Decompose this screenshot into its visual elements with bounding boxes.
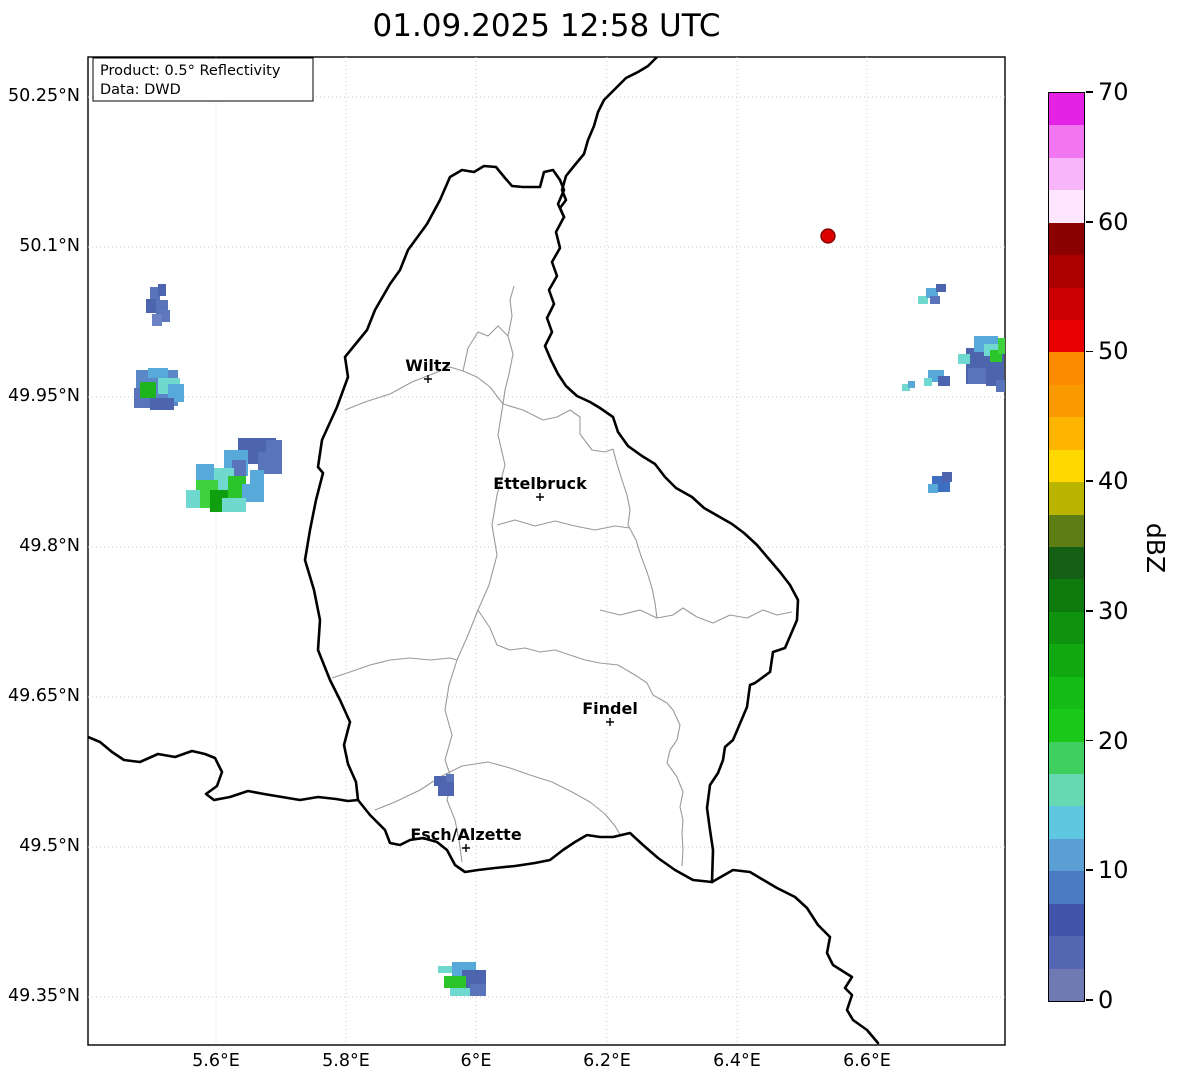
colorbar-tick (1086, 480, 1093, 482)
radar-echo-cell (968, 368, 988, 384)
lat-tick-label: 49.35°N (8, 986, 80, 1006)
city-label: Esch/Alzette (410, 825, 522, 844)
lat-tick-label: 50.1°N (19, 236, 80, 256)
radar-echo-cell (446, 774, 454, 782)
colorbar-segment (1049, 546, 1084, 580)
lon-tick-label: 6.2°E (583, 1051, 631, 1071)
city-label: Ettelbruck (493, 474, 587, 493)
colorbar-tick (1086, 350, 1093, 353)
lat-tick-label: 50.25°N (8, 86, 80, 106)
radar-echo-cell (938, 376, 950, 386)
colorbar-tick (1086, 999, 1093, 1001)
colorbar-segment (1049, 384, 1084, 418)
radar-echo-cell (928, 484, 938, 493)
colorbar-segment (1049, 740, 1084, 774)
colorbar-tick (1086, 91, 1093, 93)
radar-echo-cell (186, 490, 200, 508)
colorbar-tick (1086, 610, 1093, 612)
radar-echo-cell (140, 382, 156, 398)
colorbar (1048, 92, 1085, 1002)
radar-echo-cell (996, 380, 1005, 392)
colorbar-segment (1049, 319, 1084, 353)
colorbar-segment (1049, 351, 1084, 385)
colorbar-tick (1086, 739, 1093, 742)
radar-echo-cell (908, 381, 915, 388)
radar-echo-cell (924, 378, 932, 386)
colorbar-segment (1049, 93, 1084, 126)
colorbar-segment (1049, 449, 1084, 483)
lon-tick-label: 6.4°E (713, 1051, 761, 1071)
colorbar-segment (1049, 838, 1084, 872)
colorbar-tick-label: 30 (1098, 596, 1129, 625)
colorbar-segment (1049, 189, 1084, 223)
lon-tick-label: 6°E (460, 1051, 492, 1071)
colorbar-tick (1086, 220, 1093, 223)
colorbar-segment (1049, 676, 1084, 710)
radar-echo-cell (250, 470, 264, 486)
radar-screenshot: 01.09.2025 12:58 UTC Wiltz Ettelbruck Fi… (0, 0, 1184, 1081)
radar-echo-cell (196, 464, 214, 482)
colorbar-gradient (1049, 93, 1084, 1001)
colorbar-segment (1049, 286, 1084, 320)
radar-site-dot (820, 228, 836, 244)
radar-echo-cell (470, 984, 486, 996)
colorbar-segment (1049, 611, 1084, 645)
info-box-source: Data: DWD (100, 82, 181, 98)
colorbar-segment (1049, 222, 1084, 256)
lat-tick-label: 49.8°N (19, 536, 80, 556)
radar-echo-cell (438, 782, 454, 796)
colorbar-segment (1049, 124, 1084, 158)
colorbar-segment (1049, 578, 1084, 612)
colorbar-tick-label: 20 (1098, 726, 1129, 755)
radar-echo-cell (936, 284, 946, 292)
radar-echo-cell (158, 284, 166, 296)
radar-echo-cell (152, 314, 162, 326)
lat-tick-label: 49.95°N (8, 386, 80, 406)
radar-echo-cell (930, 296, 940, 304)
info-box-product: Product: 0.5° Reflectivity (100, 63, 281, 79)
radar-echo-cell (150, 398, 174, 410)
lat-tick-label: 49.65°N (8, 686, 80, 706)
colorbar-segment (1049, 481, 1084, 515)
colorbar-segment (1049, 967, 1084, 1001)
city-label: Findel (582, 699, 638, 718)
colorbar-segment (1049, 157, 1084, 191)
colorbar-tick (1086, 869, 1093, 872)
lat-tick-label: 49.5°N (19, 836, 80, 856)
radar-echo-cell (232, 460, 246, 476)
radar-echo-cell (148, 368, 168, 378)
colorbar-tick-label: 70 (1098, 78, 1129, 106)
radar-echo-cell (958, 354, 970, 364)
radar-echo-cell (998, 338, 1005, 354)
radar-echo-cell (444, 976, 466, 988)
colorbar-unit-label: dBZ (1141, 522, 1170, 574)
colorbar-tick-label: 10 (1098, 856, 1129, 885)
lon-tick-label: 5.8°E (322, 1051, 370, 1071)
colorbar-segment (1049, 254, 1084, 288)
info-box: Product: 0.5° Reflectivity Data: DWD (92, 57, 314, 102)
colorbar-segment (1049, 935, 1084, 969)
colorbar-tick-label: 40 (1098, 467, 1129, 496)
colorbar-segment (1049, 513, 1084, 547)
radar-echo-cell (942, 472, 952, 482)
city-label: Wiltz (405, 356, 451, 375)
radar-echo-cell (222, 498, 246, 512)
colorbar-tick-label: 0 (1098, 986, 1114, 1014)
colorbar-tick-label: 60 (1098, 207, 1129, 236)
colorbar-tick-label: 50 (1098, 337, 1129, 366)
colorbar-segment (1049, 870, 1084, 904)
colorbar-segment (1049, 773, 1084, 807)
colorbar-segment (1049, 416, 1084, 450)
radar-echo-cell (162, 310, 170, 322)
radar-echo-cell (266, 440, 282, 454)
colorbar-segment (1049, 805, 1084, 839)
radar-site-layer (820, 228, 836, 244)
lon-tick-label: 6.6°E (843, 1051, 891, 1071)
colorbar-segment (1049, 708, 1084, 742)
lon-tick-label: 5.6°E (192, 1051, 240, 1071)
colorbar-segment (1049, 643, 1084, 677)
radar-map: Wiltz Ettelbruck Findel Esch/Alzette Produc… (87, 56, 1006, 1046)
colorbar-segment (1049, 903, 1084, 937)
